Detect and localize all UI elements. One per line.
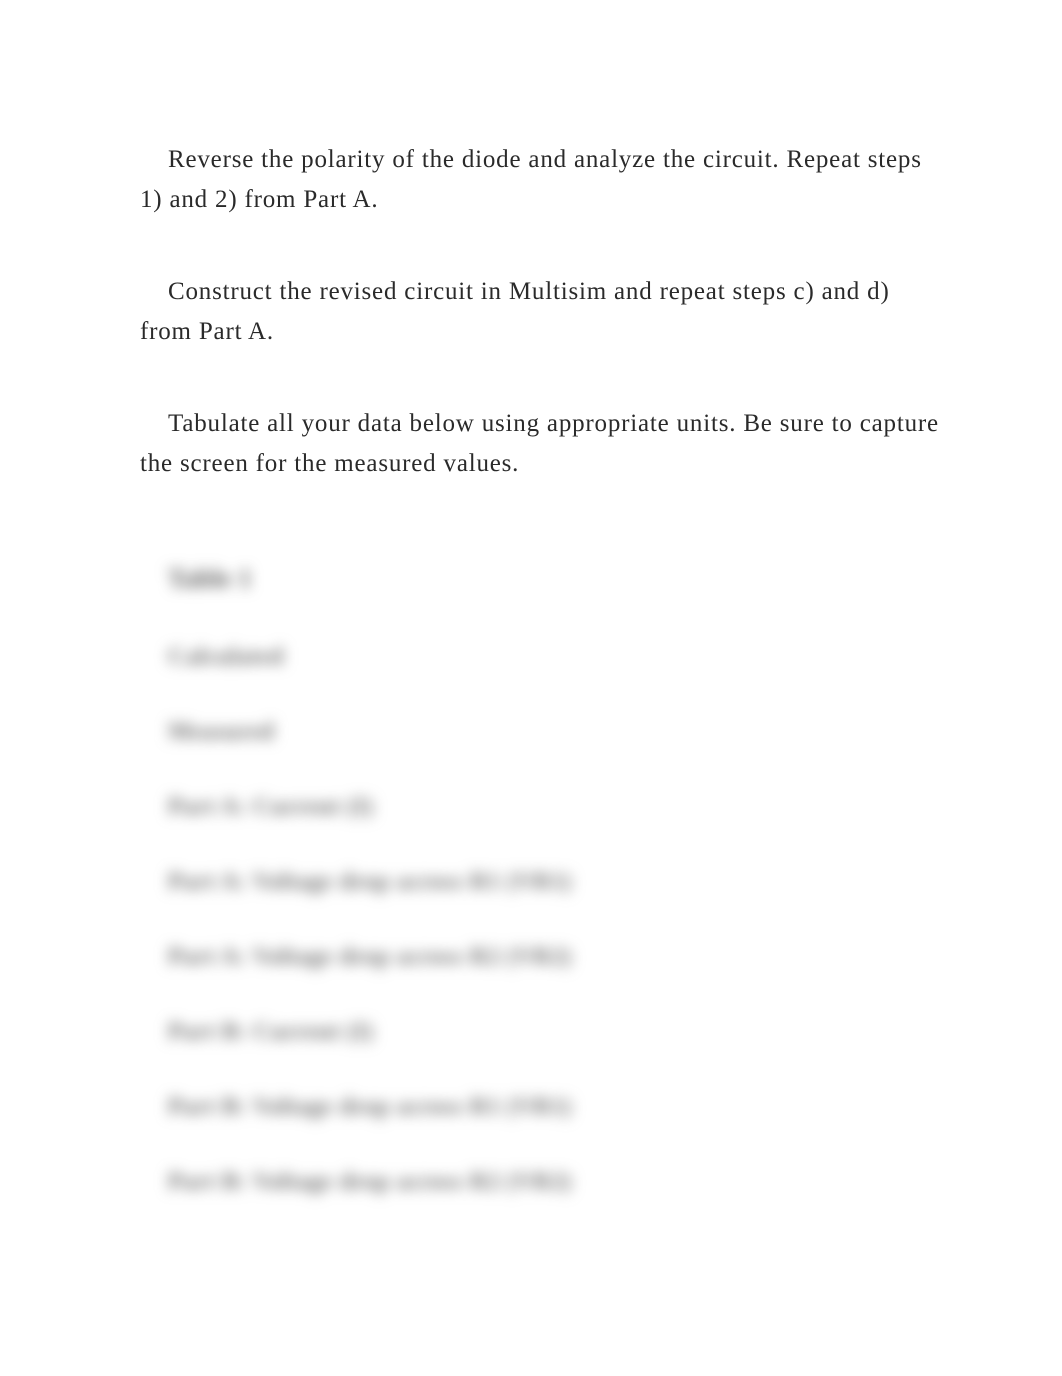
blurred-content-block: Table 1 Calculated Measured Part A: Curr… xyxy=(140,564,942,1196)
blurred-table-title: Table 1 xyxy=(168,564,942,594)
blurred-row: Part B: Voltage drop across R2 (VR2) xyxy=(168,1169,942,1196)
blurred-row: Part B: Current (I) xyxy=(168,1019,942,1046)
blurred-row: Part B: Voltage drop across R1 (VR1) xyxy=(168,1094,942,1121)
document-page: Reverse the polarity of the diode and an… xyxy=(0,0,1062,1376)
paragraph-1: Reverse the polarity of the diode and an… xyxy=(140,140,942,220)
blurred-row: Part A: Current (I) xyxy=(168,794,942,821)
blurred-row: Part A: Voltage drop across R1 (VR1) xyxy=(168,869,942,896)
paragraph-2: Construct the revised circuit in Multisi… xyxy=(140,272,942,352)
paragraph-3: Tabulate all your data below using appro… xyxy=(140,404,942,484)
blurred-row: Measured xyxy=(168,719,942,746)
blurred-row: Calculated xyxy=(168,644,942,671)
blurred-row: Part A: Voltage drop across R2 (VR2) xyxy=(168,944,942,971)
